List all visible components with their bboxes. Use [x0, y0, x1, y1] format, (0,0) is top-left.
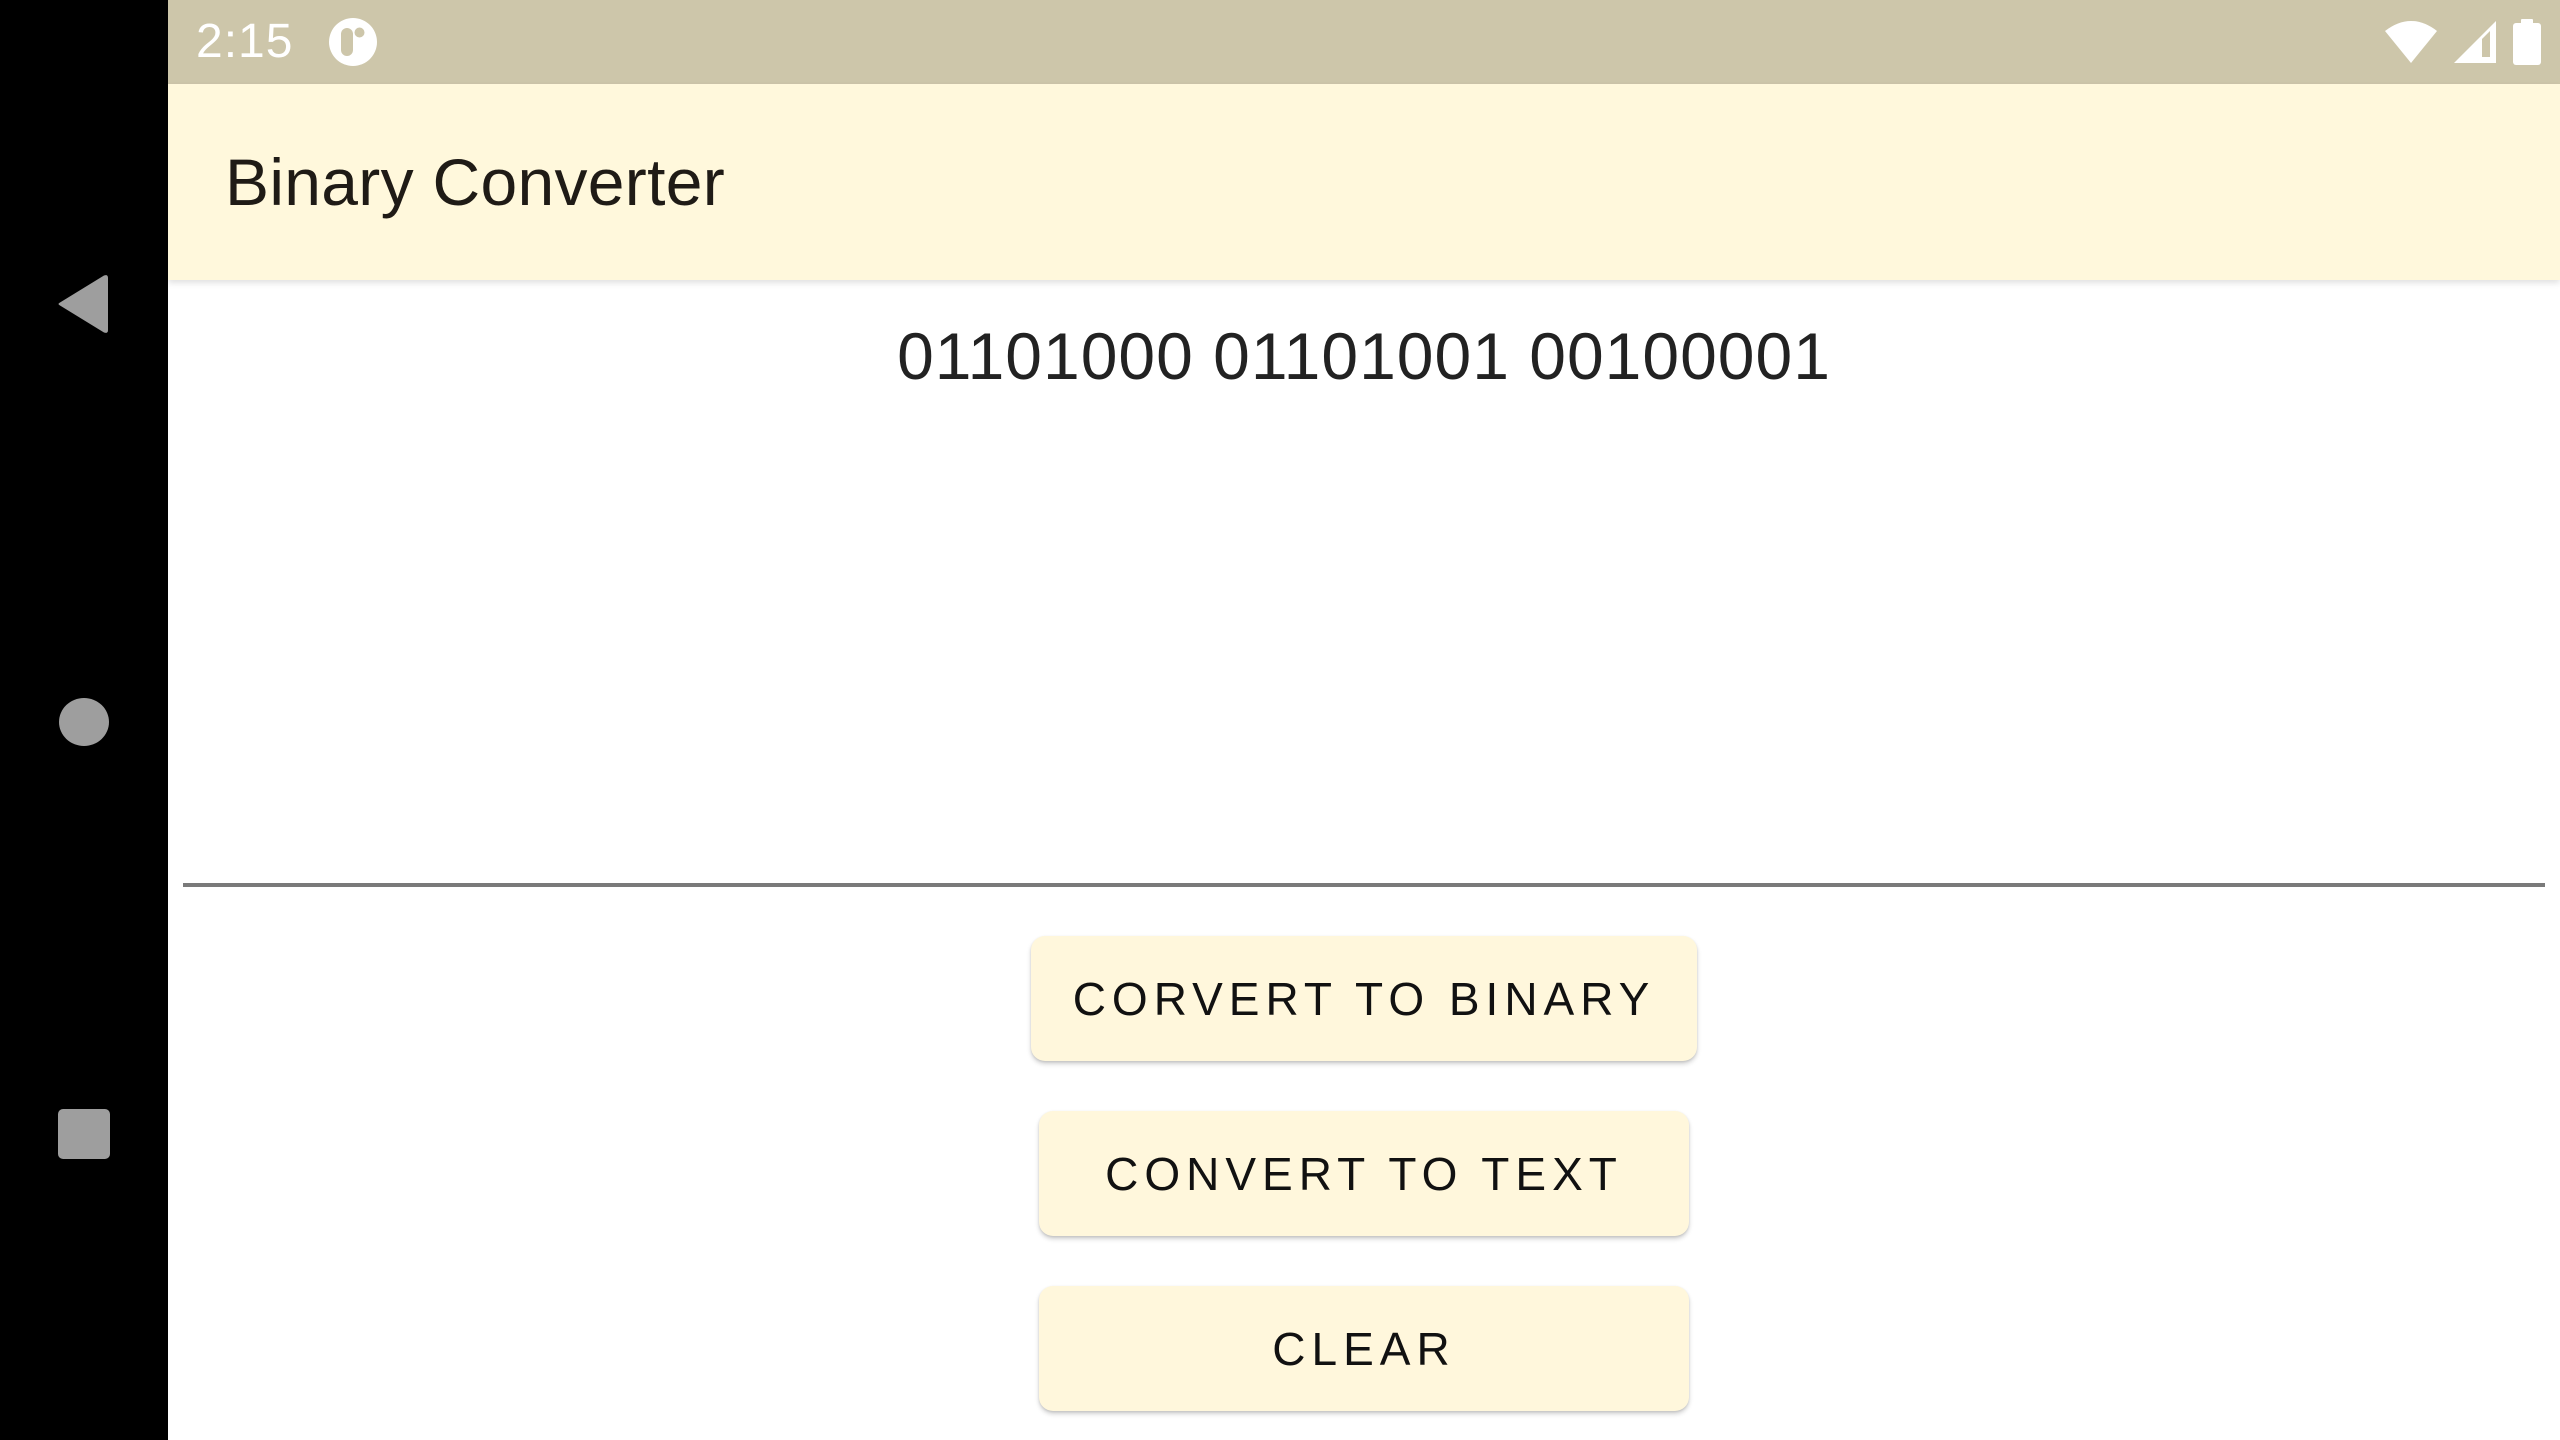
- recents-button[interactable]: [0, 1092, 168, 1176]
- navigation-bar: [0, 0, 168, 1440]
- clear-button[interactable]: CLEAR: [1039, 1286, 1689, 1411]
- cellular-signal-icon: [2454, 21, 2496, 63]
- app-notification-icon: [329, 18, 377, 66]
- app-title: Binary Converter: [225, 145, 725, 219]
- home-button[interactable]: [0, 680, 168, 764]
- status-time: 2:15: [196, 15, 294, 68]
- status-icons: [2384, 18, 2542, 66]
- app-bar: Binary Converter: [168, 84, 2560, 280]
- battery-icon: [2513, 19, 2541, 65]
- convert-to-binary-button[interactable]: CORVERT TO BINARY: [1031, 936, 1697, 1061]
- wifi-icon: [2385, 21, 2437, 63]
- back-button[interactable]: [0, 262, 168, 346]
- status-bar: 2:15: [168, 0, 2560, 84]
- output-area: 01101000 01101001 00100001: [168, 280, 2560, 880]
- recents-icon: [58, 1109, 110, 1159]
- home-icon: [59, 698, 109, 746]
- convert-to-text-button[interactable]: CONVERT TO TEXT: [1039, 1111, 1689, 1236]
- text-input-field[interactable]: [183, 883, 2545, 887]
- back-icon: [58, 275, 108, 333]
- binary-output-text: 01101000 01101001 00100001: [897, 319, 1831, 393]
